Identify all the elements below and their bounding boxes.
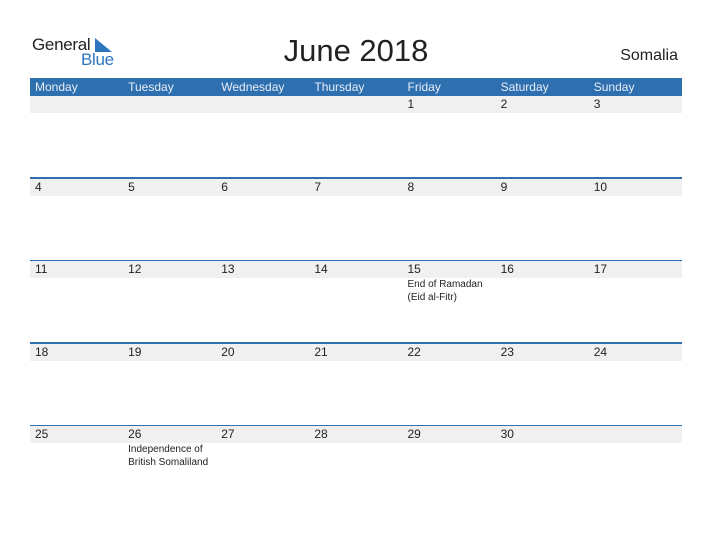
day-number: 24 xyxy=(593,344,608,359)
days-row: 4 5 6 7 8 9 10 xyxy=(30,179,682,196)
days-row: 11 12 13 14 15 End of Ramadan (Eid al-Fitr) 16 1… xyxy=(30,261,682,304)
day-number: 14 xyxy=(314,262,328,276)
day-cell: 18 xyxy=(30,344,123,361)
days-row: 25 26 Independence of British Somaliland 27 2… xyxy=(30,426,682,469)
day-number: 20 xyxy=(221,344,235,359)
day-cell: 8 xyxy=(403,179,496,196)
day-number xyxy=(314,96,402,113)
day-number: 29 xyxy=(407,427,421,441)
day-cell: 6 xyxy=(216,179,309,196)
weekday-monday: Monday xyxy=(35,80,78,94)
day-cell: 7 xyxy=(309,179,402,196)
day-number: 4 xyxy=(35,179,42,194)
day-number xyxy=(594,426,682,443)
day-cell: 23 xyxy=(496,344,589,361)
day-cell xyxy=(309,96,402,113)
day-number: 15 xyxy=(407,262,421,276)
day-cell: 24 xyxy=(589,344,682,361)
day-number: 10 xyxy=(593,179,608,194)
holiday-label: Independence of xyxy=(128,444,203,455)
day-cell: 2 xyxy=(496,96,589,113)
day-cell: 13 xyxy=(216,261,309,304)
day-cell: 22 xyxy=(403,344,496,361)
week-row: 1 2 3 xyxy=(30,96,682,177)
day-number: 16 xyxy=(500,262,514,276)
day-number: 22 xyxy=(407,344,421,359)
day-cell: 12 xyxy=(123,261,216,304)
week-row: 4 5 6 7 8 9 10 xyxy=(30,178,682,260)
week-row: 25 26 Independence of British Somaliland 27 2… xyxy=(30,426,682,507)
days-row: 1 2 3 xyxy=(30,96,682,113)
day-number: 28 xyxy=(314,427,328,441)
day-cell: 14 xyxy=(309,261,402,304)
day-cell: 15 End of Ramadan (Eid al-Fitr) xyxy=(403,261,496,304)
day-number: 25 xyxy=(35,427,49,441)
weekday-sunday: Sunday xyxy=(593,80,635,94)
weekday-wednesday: Wednesday xyxy=(221,80,285,94)
day-cell: 30 xyxy=(496,426,589,469)
day-number: 13 xyxy=(221,262,235,276)
day-cell xyxy=(216,96,309,113)
day-number: 17 xyxy=(593,262,608,276)
day-cell: 27 xyxy=(216,426,309,469)
day-number: 1 xyxy=(407,97,415,111)
weekday-thursday: Thursday xyxy=(314,80,365,94)
weekday-friday: Friday xyxy=(407,80,441,94)
day-cell: 5 xyxy=(123,179,216,196)
calendar-grid: Monday Tuesday Wednesday Thursday Friday… xyxy=(30,78,682,507)
week-row: 18 19 20 21 22 23 24 xyxy=(30,343,682,425)
day-number xyxy=(221,96,309,113)
day-cell: 26 Independence of British Somaliland xyxy=(123,426,216,469)
calendar-title: June 2018 xyxy=(283,33,429,68)
day-cell: 10 xyxy=(589,179,682,196)
holiday-label: (Eid al-Fitr) xyxy=(407,292,457,303)
holiday-label: End of Ramadan xyxy=(407,279,483,290)
day-number: 2 xyxy=(500,97,508,111)
day-number: 18 xyxy=(35,344,49,359)
day-cell: 11 xyxy=(30,261,123,304)
weeks-container: 1 2 3 4 5 6 7 8 9 10 11 12 13 14 15 End of Ramadan (Eid … xyxy=(30,96,682,507)
day-cell: 21 xyxy=(309,344,402,361)
day-cell xyxy=(589,426,682,469)
day-number: 12 xyxy=(128,262,142,276)
day-cell: 9 xyxy=(496,179,589,196)
day-number: 7 xyxy=(314,179,322,194)
weekday-saturday: Saturday xyxy=(500,80,549,94)
day-number: 26 xyxy=(128,427,142,441)
day-number xyxy=(128,96,216,113)
day-number: 3 xyxy=(593,97,601,111)
weekday-tuesday: Tuesday xyxy=(128,80,174,94)
day-cell: 25 xyxy=(30,426,123,469)
day-number: 11 xyxy=(35,262,48,276)
day-cell: 20 xyxy=(216,344,309,361)
days-row: 18 19 20 21 22 23 24 xyxy=(30,344,682,361)
day-cell xyxy=(30,96,123,113)
day-number: 6 xyxy=(221,179,228,194)
day-number: 5 xyxy=(128,179,135,194)
day-number: 21 xyxy=(314,344,328,359)
day-number: 23 xyxy=(500,344,514,359)
day-cell: 3 xyxy=(589,96,682,113)
day-number: 8 xyxy=(407,179,415,194)
country-label: Somalia xyxy=(620,47,678,64)
day-cell: 19 xyxy=(123,344,216,361)
day-number: 19 xyxy=(128,344,142,359)
day-cell xyxy=(123,96,216,113)
day-cell: 17 xyxy=(589,261,682,304)
day-cell: 4 xyxy=(30,179,123,196)
day-number: 30 xyxy=(500,427,514,441)
day-cell: 28 xyxy=(309,426,402,469)
holiday-label: British Somaliland xyxy=(128,457,209,468)
day-number: 27 xyxy=(221,427,235,441)
day-cell: 29 xyxy=(403,426,496,469)
day-number: 9 xyxy=(500,179,508,194)
day-cell: 16 xyxy=(496,261,589,304)
day-number xyxy=(35,96,123,113)
week-row: 11 12 13 14 15 End of Ramadan (Eid al-Fitr) 16 1… xyxy=(30,261,682,342)
day-cell: 1 xyxy=(403,96,496,113)
weekday-header: Monday Tuesday Wednesday Thursday Friday… xyxy=(30,78,682,96)
